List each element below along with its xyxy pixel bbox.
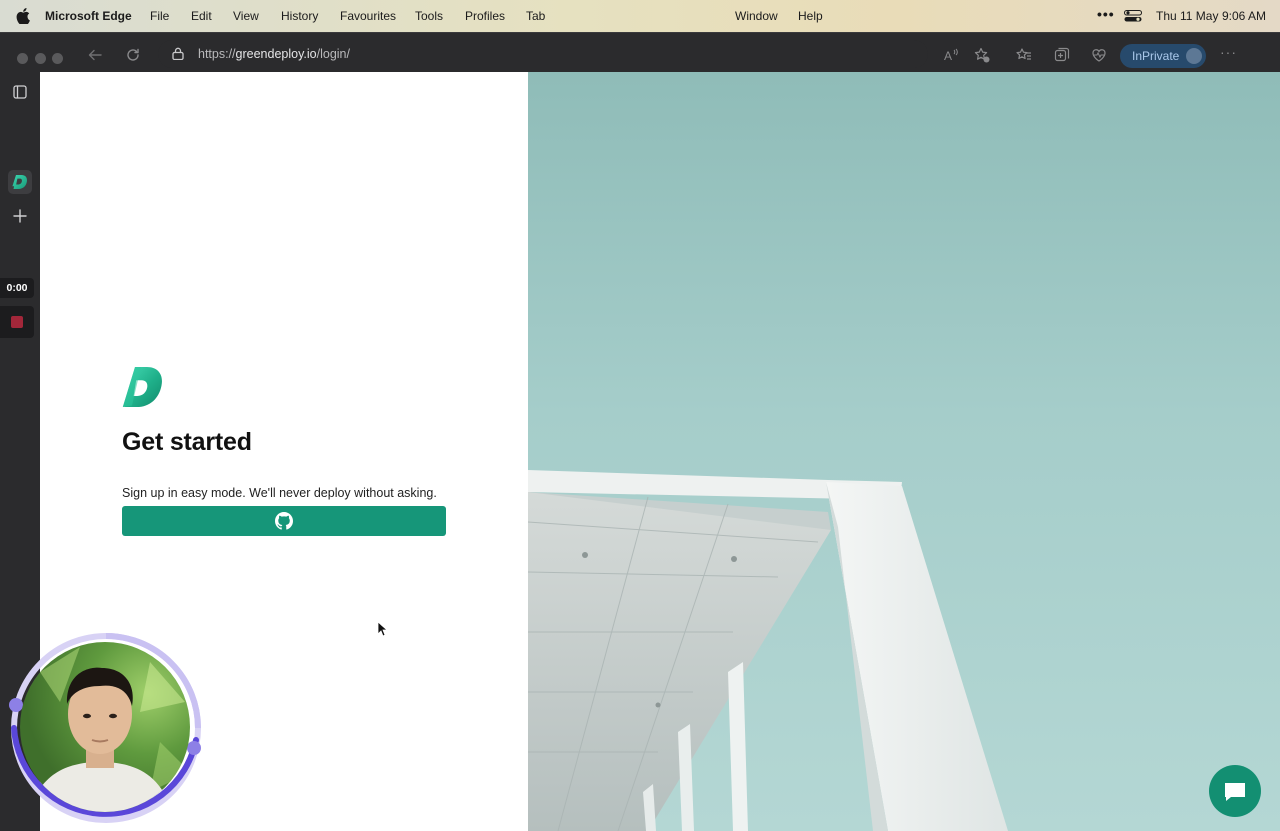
tab-greendeploy[interactable] <box>8 170 32 194</box>
chat-support-button[interactable] <box>1209 765 1261 817</box>
collections-icon[interactable] <box>1054 47 1070 63</box>
profile-avatar-icon <box>1186 48 1202 64</box>
menu-window[interactable]: Window <box>735 9 778 23</box>
page-subtitle: Sign up in easy mode. We'll never deploy… <box>122 486 437 500</box>
webcam-video[interactable] <box>20 642 190 812</box>
read-aloud-icon[interactable]: A <box>943 47 959 63</box>
presenter-avatar <box>30 647 190 812</box>
github-signup-button[interactable] <box>122 506 446 536</box>
menubar-time[interactable]: 9:06 AM <box>1222 9 1266 23</box>
url-host: greendeploy.io <box>235 47 317 61</box>
window-zoom-button[interactable] <box>52 53 63 64</box>
menu-help[interactable]: Help <box>798 9 823 23</box>
inprivate-label: InPrivate <box>1132 49 1180 63</box>
menu-tab[interactable]: Tab <box>526 9 545 23</box>
menu-file[interactable]: File <box>150 9 169 23</box>
greendeploy-logo <box>122 367 162 407</box>
hero-image <box>528 72 1280 831</box>
macos-menubar: Microsoft Edge File Edit View History Fa… <box>0 0 1280 32</box>
window-minimize-button[interactable] <box>35 53 46 64</box>
url-scheme: https:// <box>198 47 236 61</box>
github-icon <box>275 512 293 530</box>
apple-icon[interactable] <box>16 8 30 24</box>
address-bar[interactable]: https://greendeploy.io/login/ <box>158 40 928 68</box>
back-arrow-icon[interactable] <box>87 47 103 63</box>
menu-favourites[interactable]: Favourites <box>340 9 396 23</box>
menu-app-name[interactable]: Microsoft Edge <box>45 9 132 23</box>
url-text[interactable]: https://greendeploy.io/login/ <box>198 47 350 61</box>
svg-text:A: A <box>944 49 952 63</box>
recording-timer: 0:00 <box>0 278 34 298</box>
menu-history[interactable]: History <box>281 9 318 23</box>
greendeploy-favicon-icon <box>12 175 28 189</box>
menubar-date[interactable]: Thu 11 May <box>1156 9 1218 23</box>
mouse-cursor-icon <box>377 621 387 637</box>
building-photo <box>528 470 1008 831</box>
url-path: /login/ <box>316 47 350 61</box>
lock-icon[interactable] <box>172 47 184 60</box>
browser-toolbar: https://greendeploy.io/login/ A InPrivat… <box>0 32 1280 73</box>
window-close-button[interactable] <box>17 53 28 64</box>
control-center-icon[interactable] <box>1124 10 1142 22</box>
menu-tools[interactable]: Tools <box>415 9 443 23</box>
new-tab-plus-icon[interactable] <box>8 204 32 228</box>
page-title: Get started <box>122 428 252 456</box>
tab-actions-icon[interactable] <box>8 80 32 104</box>
browser-essentials-icon[interactable] <box>1091 47 1107 63</box>
chat-icon <box>1225 783 1245 801</box>
menu-view[interactable]: View <box>233 9 259 23</box>
settings-more-icon[interactable]: ··· <box>1220 44 1237 60</box>
inprivate-badge[interactable]: InPrivate <box>1120 44 1206 68</box>
stop-icon <box>11 316 23 328</box>
menu-profiles[interactable]: Profiles <box>465 9 505 23</box>
add-favourite-icon[interactable] <box>974 47 990 63</box>
menu-edit[interactable]: Edit <box>191 9 212 23</box>
more-menu-icon[interactable]: ••• <box>1097 6 1115 22</box>
favourites-icon[interactable] <box>1016 47 1032 63</box>
recording-stop-button[interactable] <box>0 306 34 338</box>
refresh-icon[interactable] <box>125 47 141 63</box>
